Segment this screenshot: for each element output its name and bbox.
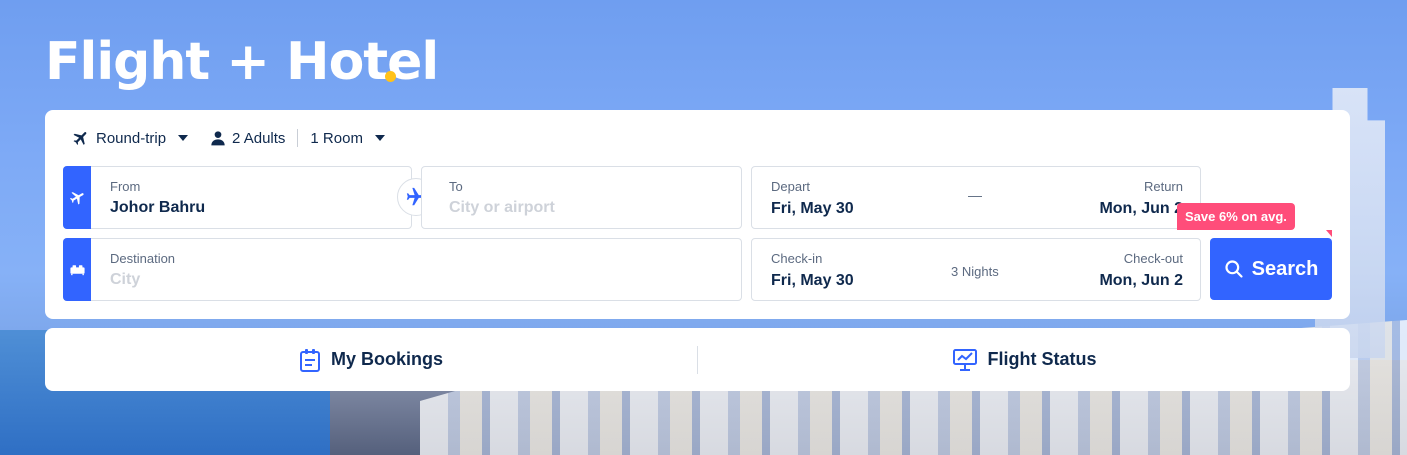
destination-label: Destination xyxy=(110,251,176,266)
monitor-chart-icon xyxy=(952,348,977,371)
clipboard-icon xyxy=(299,348,320,372)
bed-icon xyxy=(69,265,85,276)
trip-type-label: Round-trip xyxy=(96,129,167,147)
travellers-dropdown[interactable]: 2 Adults 1 Room xyxy=(210,129,385,147)
from-label: From xyxy=(110,179,141,194)
return-value: Mon, Jun 2 xyxy=(1099,200,1183,217)
divider xyxy=(297,129,299,147)
chevron-down-icon xyxy=(374,135,385,141)
trip-type-dropdown[interactable]: Round-trip xyxy=(72,129,189,147)
from-value: Johor Bahru xyxy=(110,199,206,216)
nights-count: 3 Nights xyxy=(951,264,999,279)
page-title: Flight + Hotel xyxy=(45,32,439,92)
return-label: Return xyxy=(1143,179,1183,194)
depart-value: Fri, May 30 xyxy=(771,200,854,217)
plane-takeoff-icon xyxy=(69,192,84,205)
to-field[interactable]: To City or airport xyxy=(421,166,742,229)
my-bookings-link[interactable]: My Bookings xyxy=(45,328,697,391)
my-bookings-label: My Bookings xyxy=(330,349,443,369)
quick-links-bar: My Bookings Flight Status xyxy=(45,328,1350,391)
savings-badge: Save 6% on avg. xyxy=(1177,203,1295,230)
from-tab xyxy=(63,166,91,229)
destination-tab xyxy=(63,238,91,301)
search-icon xyxy=(1225,260,1243,278)
flight-status-link[interactable]: Flight Status xyxy=(698,328,1350,391)
plane-icon xyxy=(73,132,87,145)
savings-badge-tail xyxy=(1326,230,1332,237)
checkout-value: Mon, Jun 2 xyxy=(1099,272,1183,289)
flight-status-label: Flight Status xyxy=(987,349,1097,369)
search-label: Search xyxy=(1251,257,1319,280)
date-separator: — xyxy=(968,187,982,203)
search-button[interactable]: Search xyxy=(1210,238,1332,300)
chevron-down-icon xyxy=(178,135,189,141)
depart-label: Depart xyxy=(771,179,811,194)
to-label: To xyxy=(449,179,463,194)
to-placeholder: City or airport xyxy=(449,199,555,216)
title-dot-accent xyxy=(385,71,396,82)
checkout-label: Check-out xyxy=(1123,251,1183,266)
adults-label: 2 Adults xyxy=(232,129,286,147)
checkin-label: Check-in xyxy=(771,251,823,266)
from-field[interactable]: From Johor Bahru xyxy=(63,166,412,229)
flight-dates-field[interactable]: Depart Fri, May 30 — Return Mon, Jun 2 xyxy=(751,166,1201,229)
trip-options: Round-trip 2 Adults 1 Room xyxy=(72,128,385,148)
rooms-label: 1 Room xyxy=(310,129,363,147)
person-icon xyxy=(211,131,225,146)
checkin-value: Fri, May 30 xyxy=(771,272,854,289)
hotel-dates-field[interactable]: Check-in Fri, May 30 3 Nights Check-out … xyxy=(751,238,1201,301)
destination-field[interactable]: Destination City xyxy=(63,238,742,301)
search-card: Round-trip 2 Adults 1 Room From Johor Ba… xyxy=(45,110,1350,319)
destination-placeholder: City xyxy=(110,271,141,288)
